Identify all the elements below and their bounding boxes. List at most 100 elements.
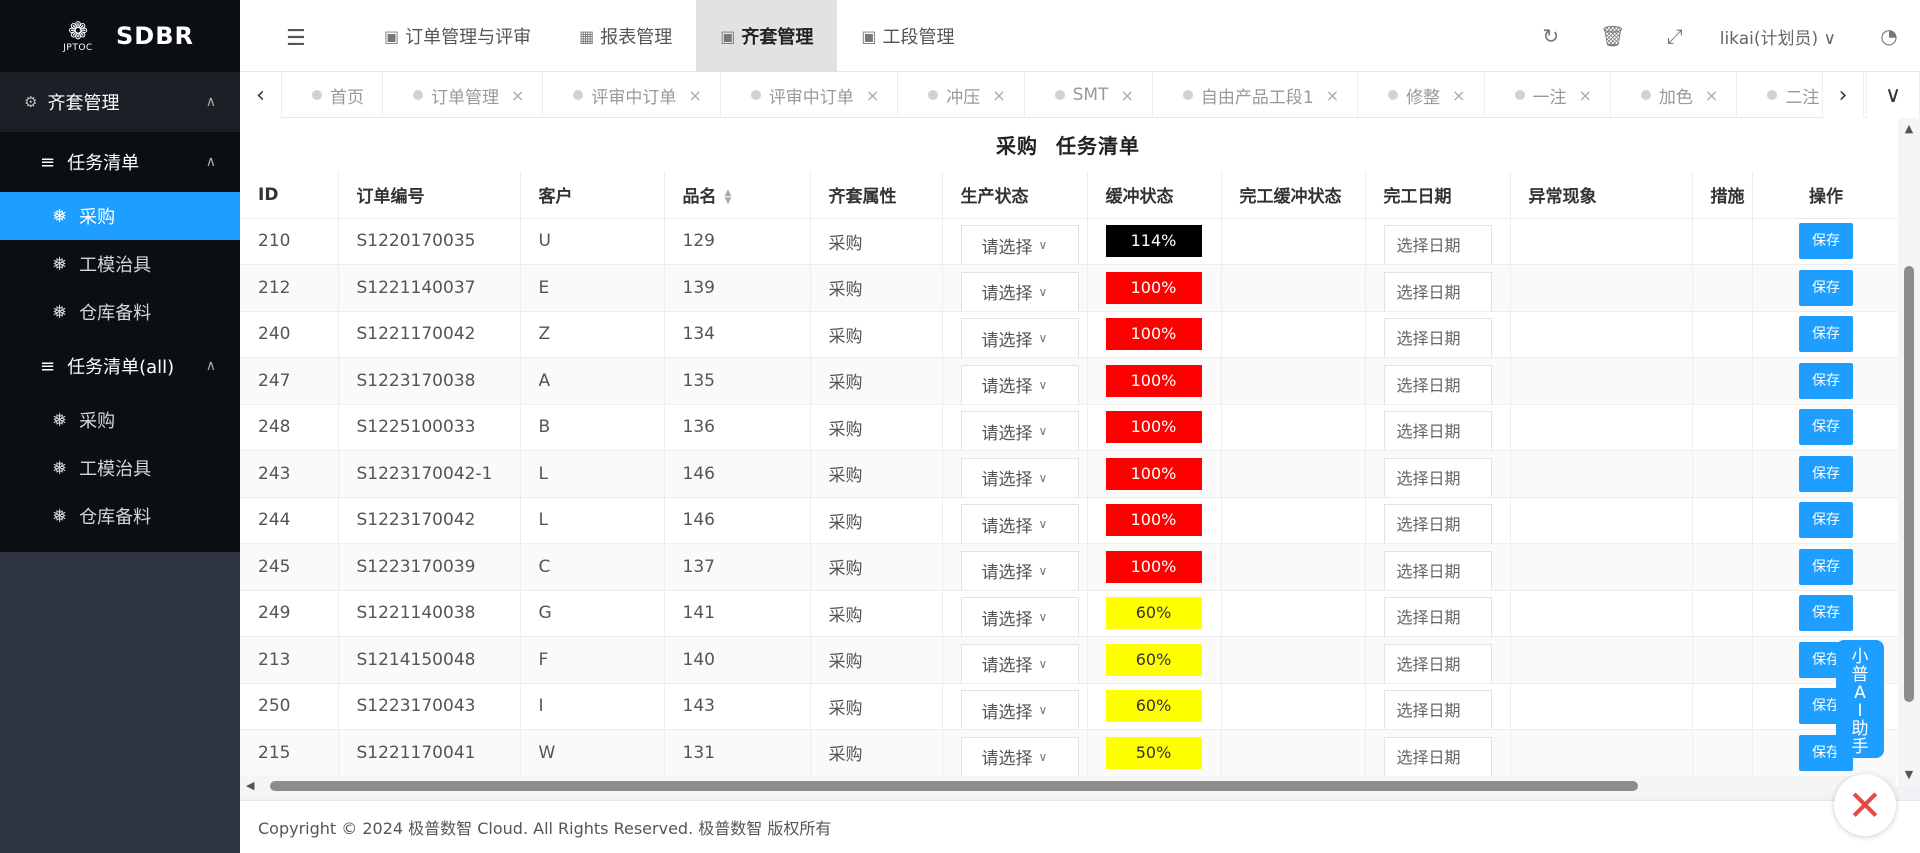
finish-date-picker[interactable]: 选择日期 xyxy=(1383,597,1492,636)
sidebar-section-1[interactable]: ≡ 任务清单(all) ∧ xyxy=(0,336,240,396)
save-button[interactable]: 保存 xyxy=(1799,595,1853,632)
close-icon[interactable]: × xyxy=(511,86,524,105)
sidebar-item[interactable]: ❅ 仓库备料 xyxy=(0,492,240,540)
close-icon[interactable]: × xyxy=(1705,86,1718,105)
save-button[interactable]: 保存 xyxy=(1799,502,1853,539)
assistant-label-char: 小 xyxy=(1851,647,1869,667)
ai-assistant-button[interactable]: 小普AI助手 xyxy=(1836,640,1884,758)
buffer-status-badge: 50% xyxy=(1105,736,1202,769)
nav-item[interactable]: ▣ 订单管理与评审 xyxy=(360,0,555,72)
production-status-select[interactable]: 请选择 ∨ xyxy=(960,411,1079,450)
column-header[interactable]: 品名 ▲ ▼ xyxy=(664,172,811,219)
cell-exception xyxy=(1510,590,1693,637)
production-status-select[interactable]: 请选择 ∨ xyxy=(960,457,1079,497)
nav-item[interactable]: ▦ 报表管理 xyxy=(555,0,696,72)
finish-date-picker[interactable]: 选择日期 xyxy=(1383,271,1492,311)
close-icon[interactable]: × xyxy=(992,86,1005,105)
tab[interactable]: 二注× xyxy=(1737,72,1822,118)
tabs-next-icon[interactable]: › xyxy=(1822,72,1864,118)
finish-date-picker[interactable]: 选择日期 xyxy=(1383,550,1492,590)
assistant-label-char: 普 xyxy=(1851,665,1869,685)
tab[interactable]: 首页 xyxy=(282,72,383,118)
save-button[interactable]: 保存 xyxy=(1799,269,1853,306)
production-status-select[interactable]: 请选择 ∨ xyxy=(960,318,1079,357)
finish-date-picker[interactable]: 选择日期 xyxy=(1383,736,1492,776)
save-button[interactable]: 保存 xyxy=(1799,362,1853,399)
production-status-select[interactable]: 请选择 ∨ xyxy=(960,271,1079,311)
close-icon[interactable]: × xyxy=(1120,86,1133,105)
finish-date-picker[interactable]: 选择日期 xyxy=(1383,457,1492,497)
production-status-select[interactable]: 请选择 ∨ xyxy=(960,550,1079,590)
menu-toggle-icon[interactable]: ☰ xyxy=(286,26,306,51)
finish-date-picker[interactable]: 选择日期 xyxy=(1383,318,1492,357)
tabs-menu-icon[interactable]: ∨ xyxy=(1866,72,1920,118)
cell-finish-date: 选择日期 xyxy=(1365,590,1511,637)
finish-date-picker[interactable]: 选择日期 xyxy=(1383,364,1492,404)
select-placeholder: 请选择 xyxy=(981,516,1033,537)
tab[interactable]: 评审中订单 × xyxy=(721,72,899,118)
sidebar-item[interactable]: ❅ 工模治具 xyxy=(0,444,240,492)
production-status-select[interactable]: 请选择 ∨ xyxy=(960,504,1079,543)
dashboard-icon[interactable]: ◔ xyxy=(1858,24,1920,48)
sidebar-section-0[interactable]: ≡ 任务清单 ∧ xyxy=(0,132,240,192)
scroll-left-icon[interactable]: ◀ xyxy=(246,776,254,796)
vertical-scroll-thumb[interactable] xyxy=(1904,266,1914,702)
sidebar-item[interactable]: ❅ 采购 xyxy=(0,396,240,444)
finish-date-picker[interactable]: 选择日期 xyxy=(1383,643,1492,683)
production-status-select[interactable]: 请选择 ∨ xyxy=(960,597,1079,636)
finish-date-picker[interactable]: 选择日期 xyxy=(1383,690,1492,729)
close-icon[interactable]: × xyxy=(1452,86,1465,105)
horizontal-scroll-thumb[interactable] xyxy=(270,781,1638,791)
tab[interactable]: 评审中订单 × xyxy=(543,72,721,118)
production-status-select[interactable]: 请选择 ∨ xyxy=(960,690,1079,729)
tab[interactable]: 修整 × xyxy=(1358,72,1485,118)
trash-icon[interactable]: 🗑 xyxy=(1582,24,1644,48)
snowflake-icon: ❅ xyxy=(52,457,68,479)
tab[interactable]: 自由产品工段1 × xyxy=(1153,72,1359,118)
chevron-down-icon: ∨ xyxy=(1823,28,1836,49)
close-icon[interactable]: × xyxy=(1326,86,1339,105)
finish-date-picker[interactable]: 选择日期 xyxy=(1383,504,1492,543)
scroll-up-icon[interactable]: ▲ xyxy=(1898,118,1920,140)
save-button[interactable]: 保存 xyxy=(1799,316,1853,353)
cell-actions: 保存 xyxy=(1752,450,1900,498)
sort-icon[interactable]: ▲ ▼ xyxy=(725,189,732,206)
tab[interactable]: 加色 × xyxy=(1611,72,1738,118)
nav-item[interactable]: ▣ 工段管理 xyxy=(837,0,978,72)
scroll-down-icon[interactable]: ▼ xyxy=(1898,764,1920,786)
production-status-select[interactable]: 请选择 ∨ xyxy=(960,736,1079,776)
tab[interactable]: 冲压 × xyxy=(898,72,1025,118)
tabs-prev-icon[interactable]: ‹ xyxy=(240,72,282,118)
close-assistant-icon[interactable]: ✕ xyxy=(1834,774,1896,836)
refresh-icon[interactable]: ↻ xyxy=(1520,24,1582,48)
production-status-select[interactable]: 请选择 ∨ xyxy=(960,225,1079,264)
save-button[interactable]: 保存 xyxy=(1799,223,1853,260)
select-placeholder: 请选择 xyxy=(981,470,1033,491)
horizontal-scrollbar[interactable]: ◀ xyxy=(240,776,1896,796)
save-button[interactable]: 保存 xyxy=(1799,548,1853,585)
cell-kit-attribute: 采购 xyxy=(810,311,943,358)
tab[interactable]: 一注 × xyxy=(1485,72,1611,118)
close-icon[interactable]: × xyxy=(1579,86,1592,105)
finish-date-picker[interactable]: 选择日期 xyxy=(1383,225,1492,264)
vertical-scrollbar[interactable]: ▲ ▼ xyxy=(1898,118,1920,786)
close-icon[interactable]: × xyxy=(866,86,879,105)
production-status-select[interactable]: 请选择 ∨ xyxy=(960,643,1079,683)
fullscreen-icon[interactable]: ⤢ xyxy=(1644,24,1706,48)
tab[interactable]: 订单管理 × xyxy=(383,72,544,118)
cell-actions: 保存 xyxy=(1752,543,1900,591)
sidebar-item-label: 采购 xyxy=(79,411,116,432)
save-button[interactable]: 保存 xyxy=(1799,409,1853,446)
sidebar-item[interactable]: ❅ 采购 xyxy=(0,192,240,240)
production-status-select[interactable]: 请选择 ∨ xyxy=(960,364,1079,404)
sidebar-item[interactable]: ❅ 仓库备料 xyxy=(0,288,240,336)
nav-item[interactable]: ▣ 齐套管理 xyxy=(696,0,838,72)
close-icon[interactable]: × xyxy=(688,86,701,105)
sidebar-group-kitting[interactable]: ⚙ 齐套管理 ∧ xyxy=(0,72,240,132)
user-menu[interactable]: likai(计划员) ∨ xyxy=(1706,24,1858,49)
snowflake-icon: ❅ xyxy=(52,253,68,275)
finish-date-picker[interactable]: 选择日期 xyxy=(1383,411,1492,450)
sidebar-item[interactable]: ❅ 工模治具 xyxy=(0,240,240,288)
save-button[interactable]: 保存 xyxy=(1799,455,1853,492)
tab[interactable]: SMT × xyxy=(1025,72,1153,118)
